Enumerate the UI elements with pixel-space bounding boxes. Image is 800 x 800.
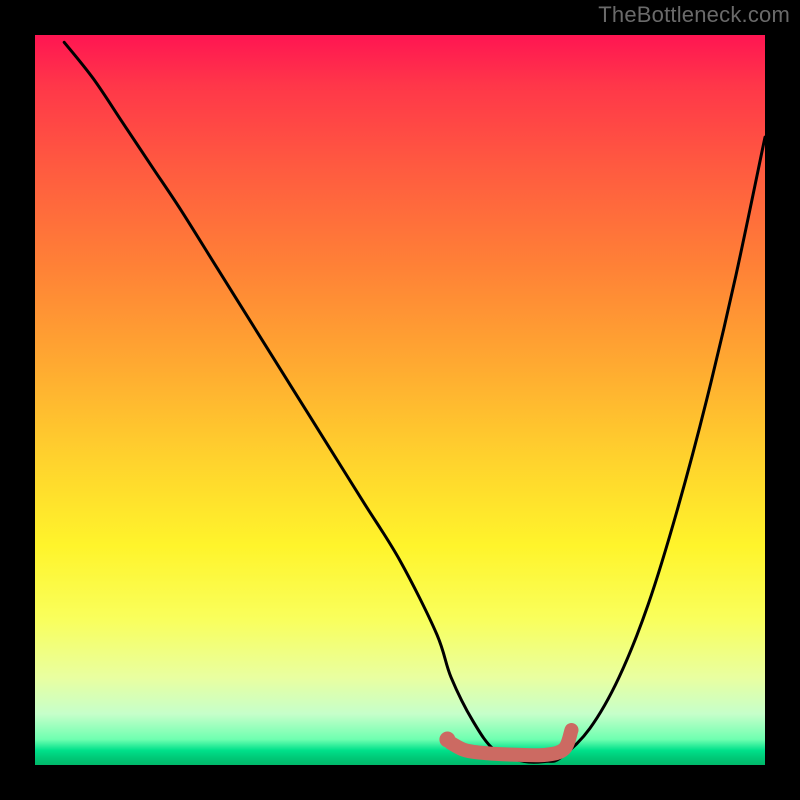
bottleneck-curve (64, 42, 765, 762)
chart-svg (35, 35, 765, 765)
chart-frame: TheBottleneck.com (0, 0, 800, 800)
watermark-text: TheBottleneck.com (598, 2, 790, 28)
plot-area (35, 35, 765, 765)
optimal-marker-line (451, 730, 571, 755)
optimal-marker-dot (439, 732, 455, 748)
